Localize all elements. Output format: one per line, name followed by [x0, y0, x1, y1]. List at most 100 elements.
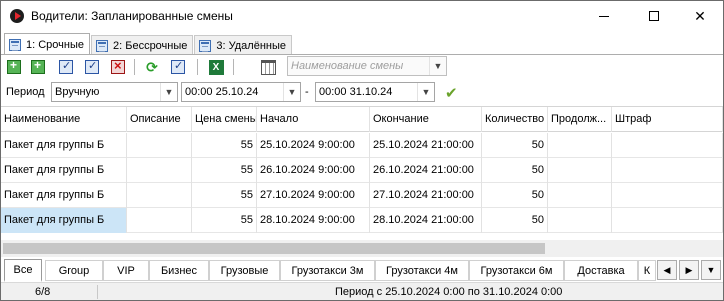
cell-start: 26.10.2024 9:00:00 — [257, 158, 370, 183]
table-header: Наименование Описание Цена смены Начало … — [1, 107, 723, 132]
group-tab[interactable]: Грузотакси 3м — [280, 260, 375, 281]
column-header[interactable]: Количество — [482, 107, 548, 132]
delete-button[interactable] — [109, 58, 127, 76]
window-title: Водители: Запланированные смены — [31, 9, 233, 23]
shifts-table: Наименование Описание Цена смены Начало … — [1, 106, 723, 240]
group-tab[interactable]: Доставка — [564, 260, 638, 281]
chevron-down-icon[interactable]: ▼ — [429, 57, 446, 75]
tab-deleted[interactable]: 3: Удалённые — [194, 35, 292, 55]
status-bar: 6/8 Период с 25.10.2024 0:00 по 31.10.20… — [1, 282, 723, 300]
cell-duration — [548, 183, 612, 208]
period-from-field[interactable]: 00:00 25.10.24 ▼ — [181, 82, 301, 102]
cell-start: 27.10.2024 9:00:00 — [257, 183, 370, 208]
cell-duration — [548, 158, 612, 183]
period-from-value: 00:00 25.10.24 — [185, 86, 259, 98]
cell-start: 28.10.2024 9:00:00 — [257, 208, 370, 233]
cell-price: 55 — [192, 133, 257, 158]
toolbar-separator — [197, 59, 198, 75]
table-row[interactable]: Пакет для группы Б 55 26.10.2024 9:00:00… — [1, 158, 723, 183]
column-header[interactable]: Окончание — [370, 107, 482, 132]
checkmark-icon[interactable]: ✔ — [445, 84, 458, 102]
column-header[interactable]: Описание — [127, 107, 192, 132]
close-button[interactable]: ✕ — [677, 1, 723, 31]
tab-permanent[interactable]: 2: Бессрочные — [91, 35, 194, 55]
cell-quantity: 50 — [482, 158, 548, 183]
export-excel-button[interactable]: X — [207, 58, 225, 76]
cell-description — [127, 158, 192, 183]
status-period: Период с 25.10.2024 0:00 по 31.10.2024 0… — [335, 286, 563, 298]
column-header[interactable]: Начало — [257, 107, 370, 132]
chevron-down-icon: ▼ — [706, 265, 716, 275]
properties-icon — [171, 59, 185, 74]
table-icon — [9, 38, 21, 51]
table-icon — [199, 39, 212, 52]
group-tab[interactable]: VIP — [103, 260, 149, 281]
group-tab[interactable]: К — [638, 260, 656, 281]
group-tab[interactable]: Бизнес — [149, 260, 209, 281]
group-tab[interactable]: Грузотакси 6м — [469, 260, 564, 281]
cell-duration — [548, 133, 612, 158]
edit-multiple-button[interactable] — [83, 58, 101, 76]
calendar-icon — [260, 59, 276, 75]
cell-name: Пакет для группы Б — [1, 208, 127, 233]
cell-name: Пакет для группы Б — [1, 183, 127, 208]
column-header[interactable]: Штраф — [612, 107, 723, 132]
group-tab[interactable]: Грузовые — [209, 260, 280, 281]
period-filter-bar: Период Вручную ▼ 00:00 25.10.24 ▼ - 00:0… — [1, 80, 723, 104]
table-row-selected[interactable]: Пакет для группы Б 55 28.10.2024 9:00:00… — [1, 208, 723, 233]
edit-multiple-icon — [85, 59, 99, 74]
group-tab[interactable]: Грузотакси 4м — [375, 260, 469, 281]
column-header[interactable]: Продолж... — [548, 107, 612, 132]
cell-price: 55 — [192, 208, 257, 233]
column-header[interactable]: Цена смены — [192, 107, 257, 132]
chevron-down-icon[interactable]: ▼ — [417, 83, 434, 101]
arrow-left-icon: ◀ — [663, 264, 671, 275]
group-tab-all[interactable]: Все — [4, 259, 42, 282]
cell-name: Пакет для группы Б — [1, 158, 127, 183]
record-count: 6/8 — [35, 286, 51, 298]
scrollbar-thumb[interactable] — [3, 243, 545, 254]
horizontal-scrollbar[interactable] — [1, 240, 723, 257]
maximize-icon — [649, 11, 659, 21]
table-row[interactable]: Пакет для группы Б 55 27.10.2024 9:00:00… — [1, 183, 723, 208]
table-icon — [96, 39, 108, 52]
cell-end: 26.10.2024 21:00:00 — [370, 158, 482, 183]
refresh-button[interactable]: ⟳ — [143, 58, 161, 76]
group-tab[interactable]: Group — [45, 260, 103, 281]
shift-name-placeholder: Наименование смены — [291, 60, 404, 72]
add-button[interactable] — [5, 58, 23, 76]
cell-end: 25.10.2024 21:00:00 — [370, 133, 482, 158]
copy-button[interactable] — [29, 58, 47, 76]
column-header[interactable]: Наименование — [1, 107, 127, 132]
period-mode-select[interactable]: Вручную ▼ — [51, 82, 178, 102]
cell-end: 28.10.2024 21:00:00 — [370, 208, 482, 233]
edit-icon — [59, 59, 73, 74]
chevron-down-icon[interactable]: ▼ — [160, 83, 177, 101]
toolbar-separator — [233, 59, 234, 75]
cell-duration — [548, 208, 612, 233]
delete-icon — [111, 58, 125, 74]
tab-urgent[interactable]: 1: Срочные — [4, 33, 90, 55]
calendar-button[interactable] — [259, 58, 277, 76]
table-row[interactable]: Пакет для группы Б 55 25.10.2024 9:00:00… — [1, 133, 723, 158]
arrow-right-icon: ▶ — [685, 264, 693, 275]
view-tabs: 1: Срочные 2: Бессрочные 3: Удалённые — [4, 33, 293, 55]
scroll-right-button[interactable]: ▶ — [679, 260, 699, 280]
status-separator — [97, 285, 98, 299]
period-to-field[interactable]: 00:00 31.10.24 ▼ — [315, 82, 435, 102]
cell-description — [127, 183, 192, 208]
minimize-button[interactable] — [581, 1, 627, 31]
shift-name-filter[interactable]: Наименование смены ▼ — [287, 56, 447, 76]
chevron-down-icon[interactable]: ▼ — [283, 83, 300, 101]
edit-button[interactable] — [57, 58, 75, 76]
period-to-value: 00:00 31.10.24 — [319, 86, 393, 98]
properties-button[interactable] — [169, 58, 187, 76]
title-bar: Водители: Запланированные смены ✕ — [1, 1, 723, 32]
group-menu-button[interactable]: ▼ — [701, 260, 721, 280]
toolbar-separator — [134, 59, 135, 75]
maximize-button[interactable] — [631, 1, 677, 31]
scroll-left-button[interactable]: ◀ — [657, 260, 677, 280]
cell-fine — [612, 133, 723, 158]
cell-description — [127, 133, 192, 158]
app-window: Водители: Запланированные смены ✕ 1: Сро… — [0, 0, 724, 301]
